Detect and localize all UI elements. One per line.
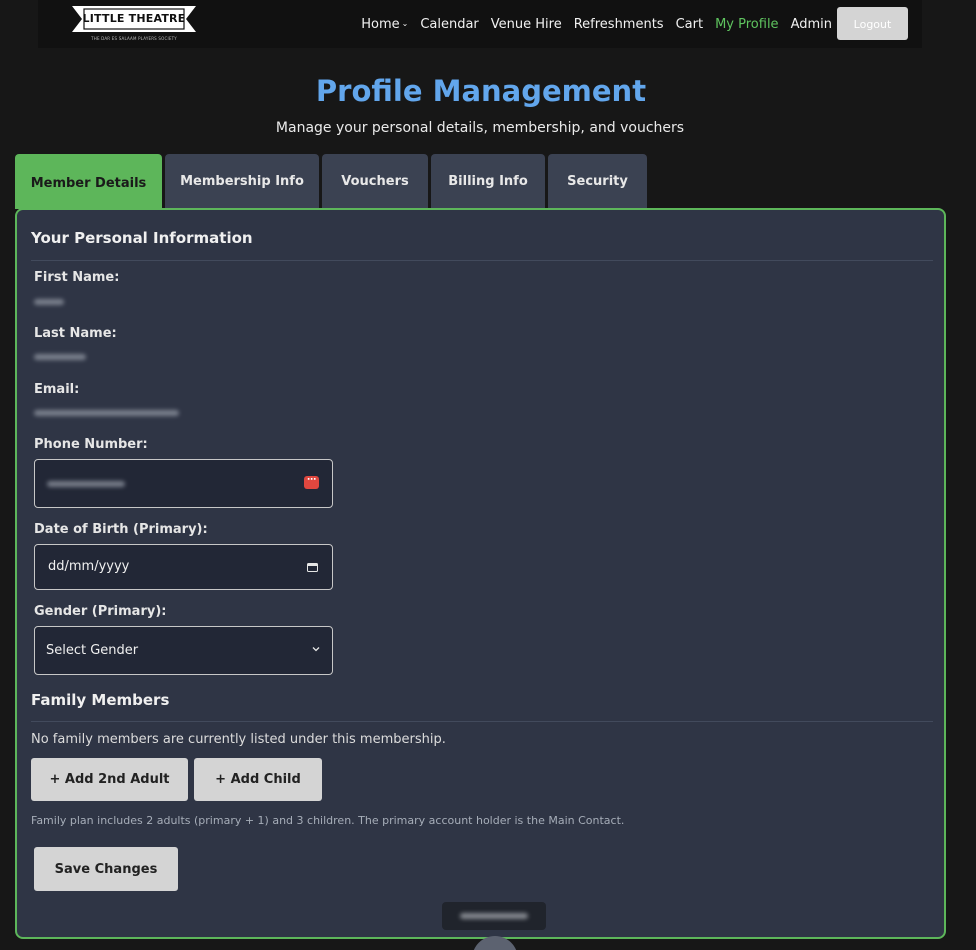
first-name-value-redacted [34, 299, 64, 305]
calendar-icon[interactable] [307, 562, 318, 572]
gender-select[interactable]: Select Gender [34, 626, 333, 675]
logo-text: LITTLE THEATRE [82, 12, 186, 25]
tab-security[interactable]: Security [548, 154, 647, 209]
gender-label: Gender (Primary): [34, 604, 167, 619]
tooltip-text-redacted [460, 913, 528, 919]
tab-vouchers[interactable]: Vouchers [322, 154, 428, 209]
phone-input[interactable]: ⋯ [34, 459, 333, 508]
family-plan-note: Family plan includes 2 adults (primary +… [31, 814, 625, 827]
nav-item-admin[interactable]: Admin [791, 17, 832, 32]
top-navbar: LITTLE THEATRE THE DAR ES SALAAM PLAYERS… [38, 0, 922, 48]
phone-label: Phone Number: [34, 437, 148, 452]
family-members-heading: Family Members [31, 691, 170, 709]
first-name-label: First Name: [34, 270, 120, 285]
tab-membership-info[interactable]: Membership Info [165, 154, 319, 209]
gender-select-value: Select Gender [46, 643, 139, 658]
dob-input[interactable]: dd/mm/yyyy [34, 544, 333, 590]
autofill-dots-icon[interactable]: ⋯ [304, 476, 319, 489]
dob-placeholder: dd/mm/yyyy [48, 559, 130, 574]
tab-billing-info[interactable]: Billing Info [431, 154, 545, 209]
logout-button[interactable]: Logout [837, 7, 908, 40]
email-value-redacted [34, 410, 179, 416]
section-divider [31, 260, 933, 261]
site-logo[interactable]: LITTLE THEATRE THE DAR ES SALAAM PLAYERS… [72, 6, 196, 44]
chevron-down-icon: ⌄ [401, 18, 409, 28]
logo-subtext: THE DAR ES SALAAM PLAYERS SOCIETY [91, 36, 177, 41]
save-changes-button[interactable]: Save Changes [34, 847, 178, 891]
last-name-label: Last Name: [34, 326, 117, 341]
chat-bubble-button[interactable] [472, 936, 518, 950]
nav-item-label: Home [361, 16, 400, 32]
nav-item-venue-hire[interactable]: Venue Hire [491, 17, 562, 32]
member-details-panel: Your Personal Information First Name: La… [15, 208, 946, 950]
tooltip [442, 902, 546, 930]
tab-member-details[interactable]: Member Details [15, 154, 162, 209]
nav-item-calendar[interactable]: Calendar [420, 17, 478, 32]
family-empty-message: No family members are currently listed u… [31, 732, 446, 747]
last-name-value-redacted [34, 354, 86, 360]
dob-label: Date of Birth (Primary): [34, 522, 208, 537]
nav-item-home[interactable]: Home ⌄ [361, 17, 408, 32]
chevron-down-icon [312, 647, 320, 652]
nav-menu: Home ⌄ Calendar Venue Hire Refreshments C… [361, 0, 832, 48]
nav-item-my-profile[interactable]: My Profile [715, 17, 778, 32]
email-label: Email: [34, 382, 80, 397]
phone-value-redacted [47, 481, 125, 487]
personal-info-heading: Your Personal Information [31, 229, 253, 247]
nav-item-refreshments[interactable]: Refreshments [574, 17, 664, 32]
section-divider [31, 721, 933, 722]
page-subtitle: Manage your personal details, membership… [275, 120, 685, 136]
nav-item-cart[interactable]: Cart [676, 17, 704, 32]
page-title: Profile Management [315, 74, 647, 108]
add-second-adult-button[interactable]: + Add 2nd Adult [31, 758, 188, 801]
add-child-button[interactable]: + Add Child [194, 758, 322, 801]
